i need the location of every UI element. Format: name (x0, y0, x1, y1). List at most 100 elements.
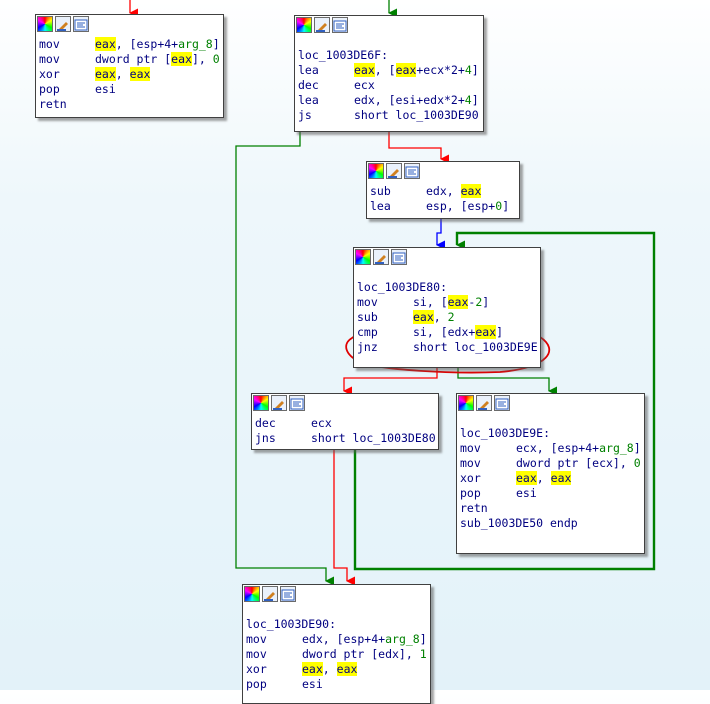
highlighted-register[interactable]: eax (475, 325, 497, 339)
operand-text: dword ptr [ecx], (516, 456, 634, 470)
graph-node-top-left[interactable]: mov eax, [esp+4+arg_8] mov dword ptr [eax],… (35, 14, 224, 118)
graph-node-sub-lea[interactable]: sub edx, eax lea esp, [esp+0] (366, 161, 520, 219)
rename-icon[interactable] (476, 395, 492, 411)
instruction-line[interactable]: pop esi (460, 486, 641, 501)
code-label[interactable]: loc_1003DE90: (246, 617, 427, 632)
operand-text: short loc_1003DE80 (311, 431, 436, 445)
instruction-line[interactable]: jnz short loc_1003DE9E (357, 340, 538, 355)
operand-text: si, [edx+ (413, 325, 476, 339)
group-nodes-icon[interactable] (289, 395, 305, 411)
node-toolbar (252, 394, 438, 413)
highlighted-register[interactable]: eax (171, 52, 192, 66)
symbol-ref[interactable]: arg_8 (385, 632, 420, 646)
edge-decjns-to-de90 (333, 449, 355, 586)
highlighted-register[interactable]: eax (460, 184, 482, 198)
mnemonic: xor (39, 67, 60, 81)
color-picker-icon[interactable] (296, 17, 312, 33)
instruction-line[interactable]: mov ecx, [esp+4+arg_8] (460, 441, 641, 456)
color-picker-icon[interactable] (458, 395, 474, 411)
instruction-line[interactable]: sub eax, 2 (357, 310, 537, 325)
instruction-line[interactable]: retn (39, 97, 220, 112)
code-label[interactable]: loc_1003DE80: (357, 280, 537, 295)
operand-text: ] (502, 199, 510, 213)
instruction-line[interactable]: retn (460, 501, 641, 516)
graph-node-loc_1003DE6F[interactable]: loc_1003DE6F: lea eax, [eax+ecx*2+4] dec ecx… (294, 15, 484, 132)
group-nodes-icon[interactable] (391, 249, 407, 265)
operand-text: , (115, 67, 130, 81)
mnemonic: mov (460, 441, 481, 455)
mnemonic: mov (460, 456, 481, 470)
highlighted-register[interactable]: eax (550, 471, 572, 485)
highlighted-register[interactable]: eax (354, 63, 375, 77)
immediate-value: 0 (633, 456, 641, 470)
code-label[interactable]: loc_1003DE9E: (460, 426, 641, 441)
graph-node-dec-jns[interactable]: dec ecx jns short loc_1003DE80 (251, 393, 439, 450)
mnemonic: dec (298, 78, 319, 92)
instruction-line[interactable]: lea eax, [eax+ecx*2+4] (298, 63, 480, 78)
operand-text: ecx (354, 78, 375, 92)
instruction-line[interactable]: cmp si, [edx+eax] (357, 325, 537, 340)
color-picker-icon[interactable] (244, 586, 260, 602)
symbol-ref[interactable]: arg_8 (599, 441, 634, 455)
highlighted-register[interactable]: eax (516, 471, 537, 485)
color-picker-icon[interactable] (37, 16, 53, 32)
mnemonic: jnz (357, 340, 378, 354)
mnemonic: lea (298, 93, 319, 107)
instruction-line[interactable]: sub_1003DE50 endp (460, 516, 641, 531)
group-nodes-icon[interactable] (404, 163, 420, 179)
immediate-value: 4 (464, 93, 472, 107)
rename-icon[interactable] (386, 163, 402, 179)
highlighted-register[interactable]: eax (395, 63, 417, 77)
instruction-line[interactable]: jns short loc_1003DE80 (255, 431, 436, 446)
group-nodes-icon[interactable] (73, 16, 89, 32)
color-picker-icon[interactable] (253, 395, 269, 411)
instruction-line[interactable]: lea edx, [esi+edx*2+4] (298, 93, 480, 108)
instruction-line[interactable]: mov dword ptr [ecx], 0 (460, 456, 641, 471)
rename-icon[interactable] (55, 16, 71, 32)
rename-icon[interactable] (314, 17, 330, 33)
operand-text: esi (302, 677, 323, 691)
instruction-line[interactable]: js short loc_1003DE90 (298, 108, 480, 123)
color-picker-icon[interactable] (355, 249, 371, 265)
mnemonic: js (298, 108, 312, 122)
instruction-line[interactable]: dec ecx (255, 416, 435, 431)
highlighted-register[interactable]: eax (302, 662, 323, 676)
highlighted-register[interactable]: eax (95, 37, 116, 51)
instruction-line[interactable]: mov si, [eax-2] (357, 295, 537, 310)
instruction-line[interactable]: xor eax, eax (39, 67, 220, 82)
mnemonic: dec (255, 416, 276, 430)
instruction-line[interactable]: sub edx, eax (370, 184, 516, 199)
code-label[interactable]: loc_1003DE6F: (298, 48, 480, 63)
highlighted-register[interactable]: eax (336, 662, 358, 676)
mnemonic: cmp (357, 325, 378, 339)
group-nodes-icon[interactable] (494, 395, 510, 411)
instruction-line[interactable]: mov dword ptr [edx], 1 (246, 647, 427, 662)
immediate-value: 0 (212, 52, 220, 66)
node-code: loc_1003DE80: mov si, [eax-2] sub eax, 2 cmp s… (354, 267, 540, 359)
graph-node-loc_1003DE90[interactable]: loc_1003DE90: mov edx, [esp+4+arg_8] mov dwo… (242, 584, 431, 704)
graph-node-loc_1003DE80[interactable]: loc_1003DE80: mov si, [eax-2] sub eax, 2 cmp s… (353, 247, 541, 368)
graph-node-loc_1003DE9E[interactable]: loc_1003DE9E: mov ecx, [esp+4+arg_8] mov dwo… (456, 393, 645, 554)
instruction-line[interactable]: dec ecx (298, 78, 480, 93)
instruction-line[interactable]: mov eax, [esp+4+arg_8] (39, 37, 220, 52)
highlighted-register[interactable]: eax (413, 310, 434, 324)
highlighted-register[interactable]: eax (129, 67, 151, 81)
rename-icon[interactable] (262, 586, 278, 602)
instruction-line[interactable]: mov edx, [esp+4+arg_8] (246, 632, 427, 647)
group-nodes-icon[interactable] (280, 586, 296, 602)
mnemonic: sub (357, 310, 378, 324)
color-picker-icon[interactable] (368, 163, 384, 179)
highlighted-register[interactable]: eax (95, 67, 116, 81)
instruction-line[interactable]: xor eax, eax (246, 662, 427, 677)
instruction-line[interactable]: xor eax, eax (460, 471, 641, 486)
operand-text: edx, [esi+edx*2+ (354, 93, 465, 107)
symbol-ref[interactable]: arg_8 (178, 37, 213, 51)
instruction-line[interactable]: pop esi (39, 82, 220, 97)
rename-icon[interactable] (271, 395, 287, 411)
group-nodes-icon[interactable] (332, 17, 348, 33)
edge-sub-to-de80 (436, 218, 445, 250)
instruction-line[interactable]: mov dword ptr [eax], 0 (39, 52, 220, 67)
rename-icon[interactable] (373, 249, 389, 265)
instruction-line[interactable]: lea esp, [esp+0] (370, 199, 516, 214)
highlighted-register[interactable]: eax (447, 295, 469, 309)
